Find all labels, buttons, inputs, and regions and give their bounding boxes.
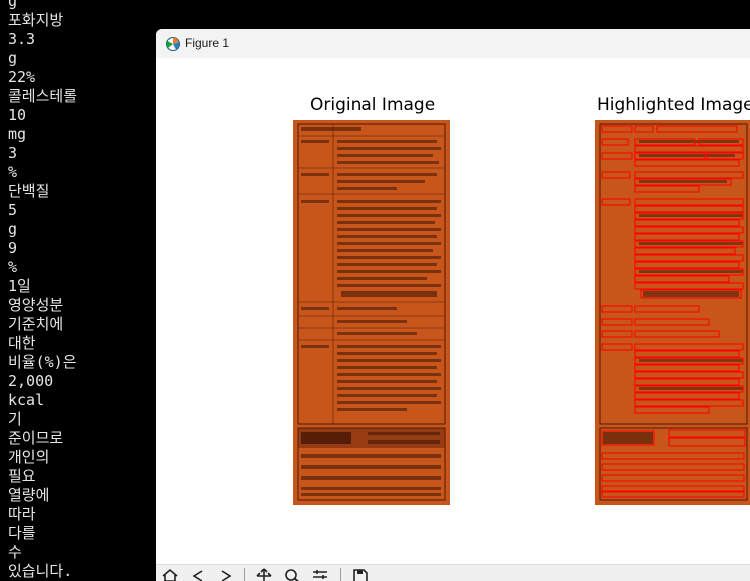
save-icon[interactable] (350, 567, 370, 581)
terminal-line: 3.3 (8, 30, 36, 48)
terminal-line: 필요 (8, 467, 36, 485)
configure-icon[interactable] (310, 567, 330, 581)
terminal-line: 대한 (8, 334, 36, 352)
terminal-line: 따라 (8, 505, 36, 523)
terminal-line: 준이므로 (8, 429, 64, 447)
home-icon[interactable] (160, 567, 180, 581)
right-axes-title: Highlighted Image (597, 95, 750, 115)
terminal-line: 기준치에 (8, 315, 64, 333)
terminal-line: 영양성분 (8, 296, 64, 314)
terminal-line: mg (8, 125, 27, 143)
terminal-line: kcal (8, 391, 45, 409)
figure-canvas[interactable]: Original Image Highlighted Image (156, 58, 750, 564)
terminal-line: 1일 (8, 277, 31, 295)
original-label-image (293, 120, 450, 505)
nutrition-label-highlighted (595, 120, 750, 505)
figure-window: Figure 1 Original Image Highlighted Imag… (156, 29, 750, 581)
terminal-line: 3 (8, 144, 18, 162)
terminal-line: 2,000 (8, 372, 54, 390)
terminal-line: 22% (8, 68, 36, 86)
terminal-line: 열량에 (8, 486, 50, 504)
terminal-line: g (8, 0, 18, 10)
terminal-line: 콜레스테롤 (8, 87, 78, 105)
window-titlebar[interactable]: Figure 1 (156, 29, 750, 59)
terminal-line: 5 (8, 201, 18, 219)
terminal-line: 기 (8, 410, 22, 428)
terminal-line: 비율(%)은 (8, 353, 77, 371)
navigation-toolbar (156, 564, 750, 581)
matplotlib-figure-icon (166, 37, 180, 51)
terminal-line: 있습니다. (8, 562, 73, 580)
highlighted-label-image (595, 120, 750, 505)
terminal-line: % (8, 163, 18, 181)
terminal-output: g 포화지방 3.3 g 22% 콜레스테롤 10 mg 3 % 단백질 5 g… (0, 0, 156, 581)
terminal-line: 10 (8, 106, 27, 124)
terminal-line: 개인의 (8, 448, 50, 466)
left-axes-title: Original Image (310, 95, 436, 115)
terminal-line: 다를 (8, 524, 36, 542)
pan-icon[interactable] (254, 567, 274, 581)
toolbar-separator (340, 568, 341, 581)
terminal-line: g (8, 49, 18, 67)
window-title: Figure 1 (185, 36, 230, 50)
terminal-line: 9 (8, 239, 18, 257)
back-icon[interactable] (188, 567, 208, 581)
toolbar-separator (244, 568, 245, 581)
terminal-line: 수 (8, 543, 22, 561)
zoom-icon[interactable] (282, 567, 302, 581)
terminal-line: % (8, 258, 18, 276)
terminal-line: g (8, 220, 18, 238)
terminal-line: 포화지방 (8, 11, 64, 29)
forward-icon[interactable] (216, 567, 236, 581)
nutrition-label-photo (293, 120, 450, 505)
terminal-line: 단백질 (8, 182, 50, 200)
